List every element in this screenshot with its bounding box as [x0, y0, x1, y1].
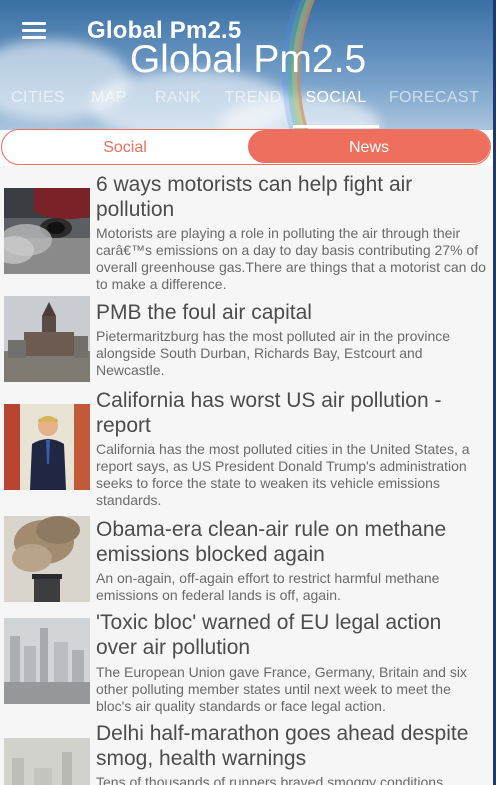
app-header: Global Pm2.5 Global Pm2.5 CITIES MAP RAN… [0, 0, 496, 130]
tab-rank[interactable]: RANK [142, 86, 214, 130]
news-title: 6 ways motorists can help fight air poll… [96, 173, 413, 221]
news-description: The European Union gave France, Germany,… [96, 664, 467, 714]
news-item[interactable]: Obama-era clean-air rule on methane emis… [0, 516, 493, 608]
page-title: Global Pm2.5 [129, 38, 367, 81]
tab-social[interactable]: SOCIAL [293, 86, 379, 130]
tab-bar: CITIES MAP RANK TREND SOCIAL FORECAST [0, 86, 496, 130]
news-title: Delhi half-marathon goes ahead despite s… [96, 722, 469, 770]
news-item[interactable]: California has worst US air pollution - … [0, 389, 493, 514]
news-description: Tens of thousands of runners braved smog… [96, 774, 444, 785]
social-news-toggle: Social News [1, 129, 491, 165]
news-description: An on-again, off-again effort to restric… [96, 570, 440, 603]
news-description: Motorists are playing a role in pollutin… [96, 225, 486, 292]
smokestack-thumbnail [4, 516, 90, 602]
tab-trend[interactable]: TREND [214, 86, 292, 130]
tab-map[interactable]: MAP [76, 86, 142, 130]
smoggy-city-thumbnail [4, 618, 90, 704]
tab-forecast[interactable]: FORECAST [380, 86, 488, 130]
smog-skyline-thumbnail [4, 738, 90, 785]
news-title: California has worst US air pollution - … [96, 389, 442, 437]
active-tab-indicator [293, 125, 379, 128]
city-hall-thumbnail [4, 296, 90, 382]
news-item[interactable]: Delhi half-marathon goes ahead despite s… [0, 720, 493, 785]
news-title: Obama-era clean-air rule on methane emis… [96, 518, 447, 566]
social-segment-button[interactable]: Social [2, 130, 248, 163]
news-description: Pietermaritzburg has the most polluted a… [96, 328, 451, 378]
news-item[interactable]: 6 ways motorists can help fight air poll… [0, 170, 493, 294]
news-title: 'Toxic bloc' warned of EU legal action o… [96, 611, 442, 659]
news-item[interactable]: 'Toxic bloc' warned of EU legal action o… [0, 608, 493, 718]
man-in-suit-thumbnail [4, 404, 90, 490]
news-item[interactable]: PMB the foul air capital Pietermaritzbur… [0, 296, 493, 398]
news-segment-button[interactable]: News [248, 130, 490, 163]
news-description: California has the most polluted cities … [96, 441, 470, 508]
car-exhaust-thumbnail [4, 188, 90, 274]
tab-cities[interactable]: CITIES [0, 86, 76, 130]
news-title: PMB the foul air capital [96, 301, 312, 324]
